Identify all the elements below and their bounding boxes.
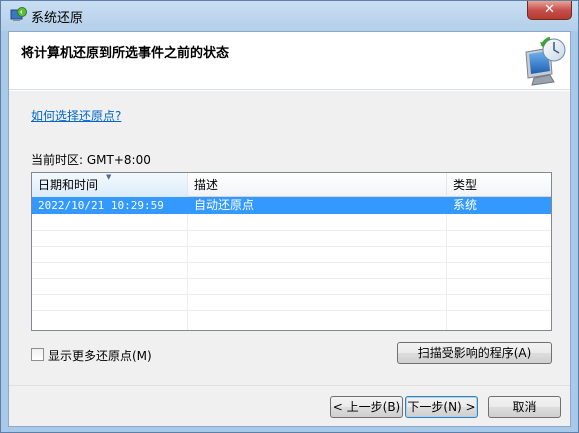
- cell-date: 2022/10/21 10:29:59: [38, 199, 164, 212]
- show-more-label: 显示更多还原点(M): [48, 349, 152, 363]
- help-link[interactable]: 如何选择还原点?: [31, 107, 121, 124]
- sort-arrow-icon: ▼: [106, 173, 112, 181]
- cell-description: 自动还原点: [194, 198, 255, 212]
- system-restore-icon: [10, 7, 27, 21]
- grid-line: [32, 310, 551, 311]
- window-title: 系统还原: [31, 11, 84, 26]
- grid-line: [32, 262, 551, 263]
- list-header: ▼ 日期和时间 描述 类型: [32, 173, 551, 197]
- wizard-footer: < 上一步(B) 下一步(N) > 取消: [9, 385, 570, 426]
- back-button[interactable]: < 上一步(B): [330, 396, 403, 418]
- cancel-button[interactable]: 取消: [488, 396, 561, 418]
- grid-line: [32, 246, 551, 247]
- close-icon: ✕: [544, 2, 555, 17]
- cell-type: 系统: [453, 198, 478, 212]
- title-bar[interactable]: 系统还原 ✕: [1, 1, 578, 31]
- grid-line: [32, 294, 551, 295]
- column-header-type[interactable]: 类型: [447, 173, 551, 197]
- page-title: 将计算机还原到所选事件之前的状态: [21, 46, 230, 61]
- timezone-label: 当前时区: GMT+8:00: [31, 153, 151, 167]
- grid-line: [187, 197, 188, 330]
- column-header-date[interactable]: ▼ 日期和时间: [32, 173, 188, 197]
- wizard-body: 如何选择还原点? 当前时区: GMT+8:00 ▼ 日期和时间 描述 类型 20…: [9, 91, 570, 385]
- column-header-label: 日期和时间: [38, 178, 99, 192]
- column-header-label: 类型: [453, 178, 478, 192]
- table-row[interactable]: 2022/10/21 10:29:59 自动还原点 系统: [32, 197, 551, 214]
- next-button[interactable]: 下一步(N) >: [405, 396, 478, 418]
- restore-point-list[interactable]: ▼ 日期和时间 描述 类型 2022/10/21 10:29:59 自动还原点 …: [31, 172, 552, 331]
- scan-affected-programs-button[interactable]: 扫描受影响的程序(A): [397, 342, 552, 364]
- column-header-label: 描述: [194, 178, 219, 192]
- wizard-header: 将计算机还原到所选事件之前的状态: [9, 32, 570, 90]
- show-more-checkbox[interactable]: [31, 348, 44, 361]
- system-restore-window: 系统还原 ✕ 将计算机还原到所选事件之前的状态 如何选择还原点? 当前时区: G…: [0, 0, 579, 433]
- restore-computer-icon: [525, 36, 566, 86]
- grid-line: [32, 278, 551, 279]
- close-button[interactable]: ✕: [527, 1, 572, 20]
- grid-line: [446, 197, 447, 330]
- column-header-description[interactable]: 描述: [188, 173, 447, 197]
- grid-line: [32, 230, 551, 231]
- wizard-content: 将计算机还原到所选事件之前的状态 如何选择还原点? 当前时区: GMT+8:00…: [8, 31, 571, 427]
